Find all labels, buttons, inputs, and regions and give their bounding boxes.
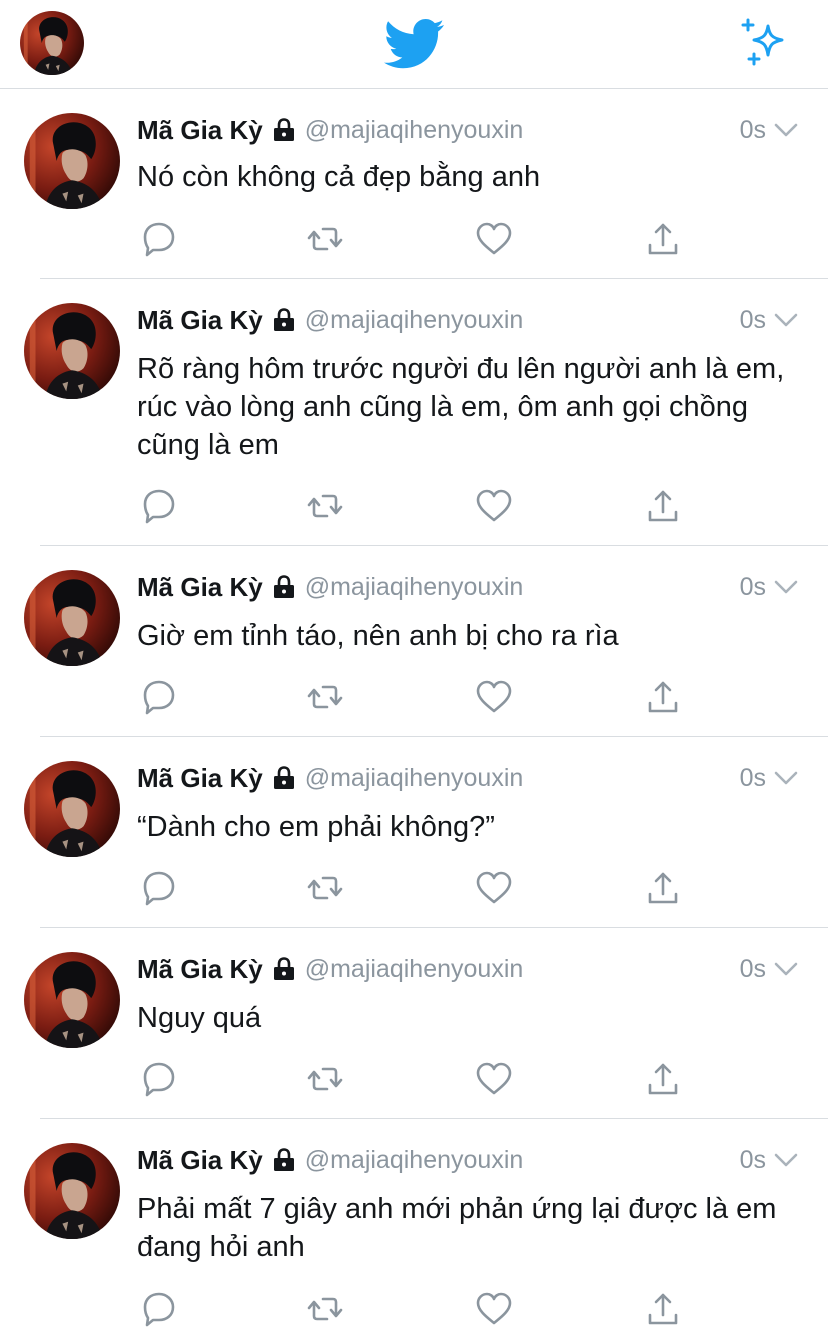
share-icon[interactable]	[643, 486, 683, 526]
tweet-author-name[interactable]: Mã Gia Kỳ	[137, 1145, 263, 1176]
tweet-header: Mã Gia Kỳ @majiaqihenyouxin 0s	[137, 569, 798, 605]
tweet-timestamp: 0s	[739, 115, 766, 144]
share-icon[interactable]	[643, 868, 683, 908]
like-heart-icon[interactable]	[474, 1059, 514, 1099]
retweet-icon[interactable]	[305, 1059, 345, 1099]
twitter-bird-icon	[384, 18, 444, 70]
chevron-down-icon[interactable]	[774, 961, 798, 977]
tweet-actions	[137, 219, 697, 263]
tweet-actions	[137, 677, 697, 721]
retweet-icon[interactable]	[305, 868, 345, 908]
profile-avatar-button[interactable]	[20, 11, 84, 75]
reply-icon[interactable]	[137, 219, 177, 259]
lock-icon	[273, 575, 295, 599]
reply-icon[interactable]	[137, 1059, 177, 1099]
share-icon[interactable]	[643, 219, 683, 259]
tweet-header: Mã Gia Kỳ @majiaqihenyouxin 0s	[137, 1142, 798, 1178]
like-heart-icon[interactable]	[474, 868, 514, 908]
tweet-3[interactable]: Mã Gia Kỳ @majiaqihenyouxin 0s Giờ em tỉ…	[0, 546, 828, 737]
tweet-timestamp: 0s	[739, 763, 766, 792]
chevron-down-icon[interactable]	[774, 579, 798, 595]
tweet-author-avatar[interactable]	[24, 952, 120, 1048]
share-icon[interactable]	[643, 1059, 683, 1099]
like-heart-icon[interactable]	[474, 1289, 514, 1329]
tweet-author-handle[interactable]: @majiaqihenyouxin	[305, 1146, 524, 1175]
tweet-author-name[interactable]: Mã Gia Kỳ	[137, 572, 263, 603]
tweet-1[interactable]: Mã Gia Kỳ @majiaqihenyouxin 0s Nó còn kh…	[0, 89, 828, 279]
tweet-author-name[interactable]: Mã Gia Kỳ	[137, 954, 263, 985]
reply-icon[interactable]	[137, 677, 177, 717]
tweet-header: Mã Gia Kỳ @majiaqihenyouxin 0s	[137, 302, 798, 338]
tweet-4[interactable]: Mã Gia Kỳ @majiaqihenyouxin 0s “Dành cho…	[0, 737, 828, 928]
tweet-text: “Dành cho em phải không?”	[137, 811, 495, 843]
like-heart-icon[interactable]	[474, 219, 514, 259]
reply-icon[interactable]	[137, 486, 177, 526]
share-icon[interactable]	[643, 1289, 683, 1329]
like-heart-icon[interactable]	[474, 677, 514, 717]
timeline-screen: Mã Gia Kỳ @majiaqihenyouxin 0s Nó còn kh…	[0, 0, 828, 1344]
tweet-timestamp: 0s	[739, 305, 766, 334]
tweet-timestamp: 0s	[739, 954, 766, 983]
tweet-actions	[137, 868, 697, 912]
tweet-timestamp: 0s	[739, 572, 766, 601]
tweet-5[interactable]: Mã Gia Kỳ @majiaqihenyouxin 0s Nguy quá	[0, 928, 828, 1119]
reply-icon[interactable]	[137, 868, 177, 908]
chevron-down-icon[interactable]	[774, 770, 798, 786]
lock-icon	[273, 1148, 295, 1172]
tweet-author-handle[interactable]: @majiaqihenyouxin	[305, 955, 524, 984]
reply-icon[interactable]	[137, 1289, 177, 1329]
chevron-down-icon[interactable]	[774, 1152, 798, 1168]
tweet-text: Nguy quá	[137, 1002, 262, 1034]
lock-icon	[273, 308, 295, 332]
tweet-text: Phải mất 7 giây anh mới phản ứng lại đượ…	[137, 1193, 785, 1263]
lock-icon	[273, 766, 295, 790]
tweet-author-name[interactable]: Mã Gia Kỳ	[137, 763, 263, 794]
tweet-author-avatar[interactable]	[24, 570, 120, 666]
top-bar	[0, 0, 828, 89]
tweet-text: Rõ ràng hôm trước người đu lên người anh…	[137, 353, 793, 461]
tweet-author-avatar[interactable]	[24, 113, 120, 209]
tweet-author-handle[interactable]: @majiaqihenyouxin	[305, 306, 524, 335]
retweet-icon[interactable]	[305, 677, 345, 717]
sparkle-icon[interactable]	[738, 18, 790, 68]
tweet-header: Mã Gia Kỳ @majiaqihenyouxin 0s	[137, 760, 798, 796]
tweet-author-name[interactable]: Mã Gia Kỳ	[137, 305, 263, 336]
tweet-text: Nó còn không cả đẹp bằng anh	[137, 161, 541, 193]
tweet-actions	[137, 1059, 697, 1103]
tweet-author-avatar[interactable]	[24, 761, 120, 857]
like-heart-icon[interactable]	[474, 486, 514, 526]
tweet-6[interactable]: Mã Gia Kỳ @majiaqihenyouxin 0s Phải mất …	[0, 1119, 828, 1344]
tweet-2[interactable]: Mã Gia Kỳ @majiaqihenyouxin 0s Rõ ràng h…	[0, 279, 828, 546]
tweet-author-handle[interactable]: @majiaqihenyouxin	[305, 764, 524, 793]
tweet-header: Mã Gia Kỳ @majiaqihenyouxin 0s	[137, 951, 798, 987]
tweet-timestamp: 0s	[739, 1145, 766, 1174]
retweet-icon[interactable]	[305, 219, 345, 259]
tweet-header: Mã Gia Kỳ @majiaqihenyouxin 0s	[137, 112, 798, 148]
tweet-author-name[interactable]: Mã Gia Kỳ	[137, 115, 263, 146]
tweet-author-avatar[interactable]	[24, 303, 120, 399]
chevron-down-icon[interactable]	[774, 312, 798, 328]
share-icon[interactable]	[643, 677, 683, 717]
lock-icon	[273, 118, 295, 142]
tweet-author-avatar[interactable]	[24, 1143, 120, 1239]
retweet-icon[interactable]	[305, 486, 345, 526]
tweet-author-handle[interactable]: @majiaqihenyouxin	[305, 573, 524, 602]
tweet-author-handle[interactable]: @majiaqihenyouxin	[305, 116, 524, 145]
tweet-actions	[137, 1289, 697, 1333]
retweet-icon[interactable]	[305, 1289, 345, 1329]
lock-icon	[273, 957, 295, 981]
chevron-down-icon[interactable]	[774, 122, 798, 138]
tweet-text: Giờ em tỉnh táo, nên anh bị cho ra rìa	[137, 620, 619, 652]
tweet-actions	[137, 486, 697, 530]
